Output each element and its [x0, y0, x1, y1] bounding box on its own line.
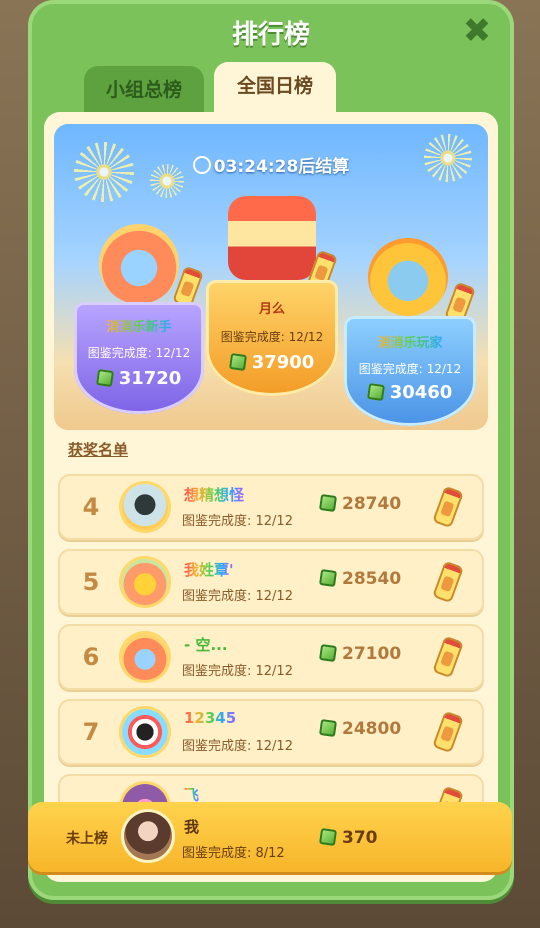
player-name: 我: [184, 818, 200, 836]
podium-third[interactable]: 消消乐玩家 图鉴完成度: 12/12 30460: [344, 238, 476, 426]
player-name: 消消乐新手: [74, 316, 204, 335]
player-name: 月么: [258, 302, 285, 317]
ticket-icon: [432, 485, 464, 529]
avatar: [122, 484, 168, 530]
player-score: 37900: [206, 352, 338, 373]
settlement-timer: 03:24:28后结算: [54, 152, 488, 177]
gem-icon: [95, 368, 114, 388]
player-score: 30460: [344, 382, 476, 403]
player-score: 31720: [74, 368, 204, 389]
player-score: 370: [318, 827, 378, 848]
podium-first[interactable]: 月么 图鉴完成度: 12/12 37900: [206, 196, 338, 396]
list-item[interactable]: 7 12345 图鉴完成度: 12/12 24800: [58, 699, 484, 765]
list-item[interactable]: 6 - 空... 图鉴完成度: 12/12 27100: [58, 624, 484, 690]
player-name: 想精想怪: [184, 486, 245, 504]
player-name: 我姓覃': [184, 561, 234, 579]
list-item[interactable]: 5 我姓覃' 图鉴完成度: 12/12 28540: [58, 549, 484, 615]
avatar: [124, 812, 172, 860]
clock-icon: [192, 156, 211, 174]
gem-icon: [228, 352, 247, 372]
leaderboard-panel: 排行榜 ✖ 小组总榜 全国日榜 03:24:28后结算 消消乐新手 图鉴完成度:…: [28, 0, 514, 900]
collection-progress: 图鉴完成度: 12/12: [220, 330, 324, 344]
podium-second[interactable]: 消消乐新手 图鉴完成度: 12/12 31720: [74, 224, 204, 414]
gem-icon: [318, 493, 338, 513]
ticket-icon: [432, 560, 464, 604]
close-icon[interactable]: ✖: [460, 14, 494, 48]
avatar: [368, 238, 448, 316]
tab-group-total[interactable]: 小组总榜: [84, 66, 204, 114]
rank-number: 4: [82, 493, 100, 521]
rank-number: 5: [82, 568, 100, 596]
winners-list-link[interactable]: 获奖名单: [68, 439, 128, 460]
gem-icon: [318, 643, 338, 663]
list-item[interactable]: 4 想精想怪 图鉴完成度: 12/12 28740: [58, 474, 484, 540]
gem-icon: [318, 568, 338, 588]
player-name: - 空...: [184, 636, 228, 654]
avatar: [99, 224, 179, 304]
ticket-icon: [432, 710, 464, 754]
collection-progress: 图鉴完成度: 12/12: [182, 514, 293, 529]
collection-progress: 图鉴完成度: 12/12: [87, 346, 191, 360]
page-title: 排行榜: [231, 20, 310, 50]
avatar: [228, 196, 316, 280]
player-score: 27100: [318, 643, 401, 664]
player-score: 24800: [318, 718, 401, 739]
avatar: [122, 709, 168, 755]
gem-icon: [318, 827, 338, 847]
collection-progress: 图鉴完成度: 12/12: [182, 739, 293, 754]
tab-national-daily[interactable]: 全国日榜: [214, 62, 336, 118]
my-rank-bar[interactable]: 未上榜 我 图鉴完成度: 8/12 370: [28, 802, 512, 872]
gem-icon: [318, 718, 338, 738]
not-ranked-label: 未上榜: [66, 831, 108, 847]
gem-icon: [366, 382, 385, 402]
collection-progress: 图鉴完成度: 12/12: [182, 589, 293, 604]
rank-number: 6: [82, 643, 100, 671]
podium-area: 03:24:28后结算 消消乐新手 图鉴完成度: 12/12 31720 月么 …: [54, 124, 488, 430]
avatar: [122, 559, 168, 605]
avatar: [122, 634, 168, 680]
leaderboard-content: 03:24:28后结算 消消乐新手 图鉴完成度: 12/12 31720 月么 …: [44, 112, 498, 882]
collection-progress: 图鉴完成度: 8/12: [182, 846, 285, 861]
player-name: 消消乐玩家: [344, 332, 476, 351]
player-name: 12345: [184, 709, 237, 727]
collection-progress: 图鉴完成度: 12/12: [182, 664, 293, 679]
rank-number: 7: [82, 718, 100, 746]
player-score: 28740: [318, 493, 401, 514]
collection-progress: 图鉴完成度: 12/12: [358, 362, 462, 376]
player-score: 28540: [318, 568, 401, 589]
ticket-icon: [432, 635, 464, 679]
